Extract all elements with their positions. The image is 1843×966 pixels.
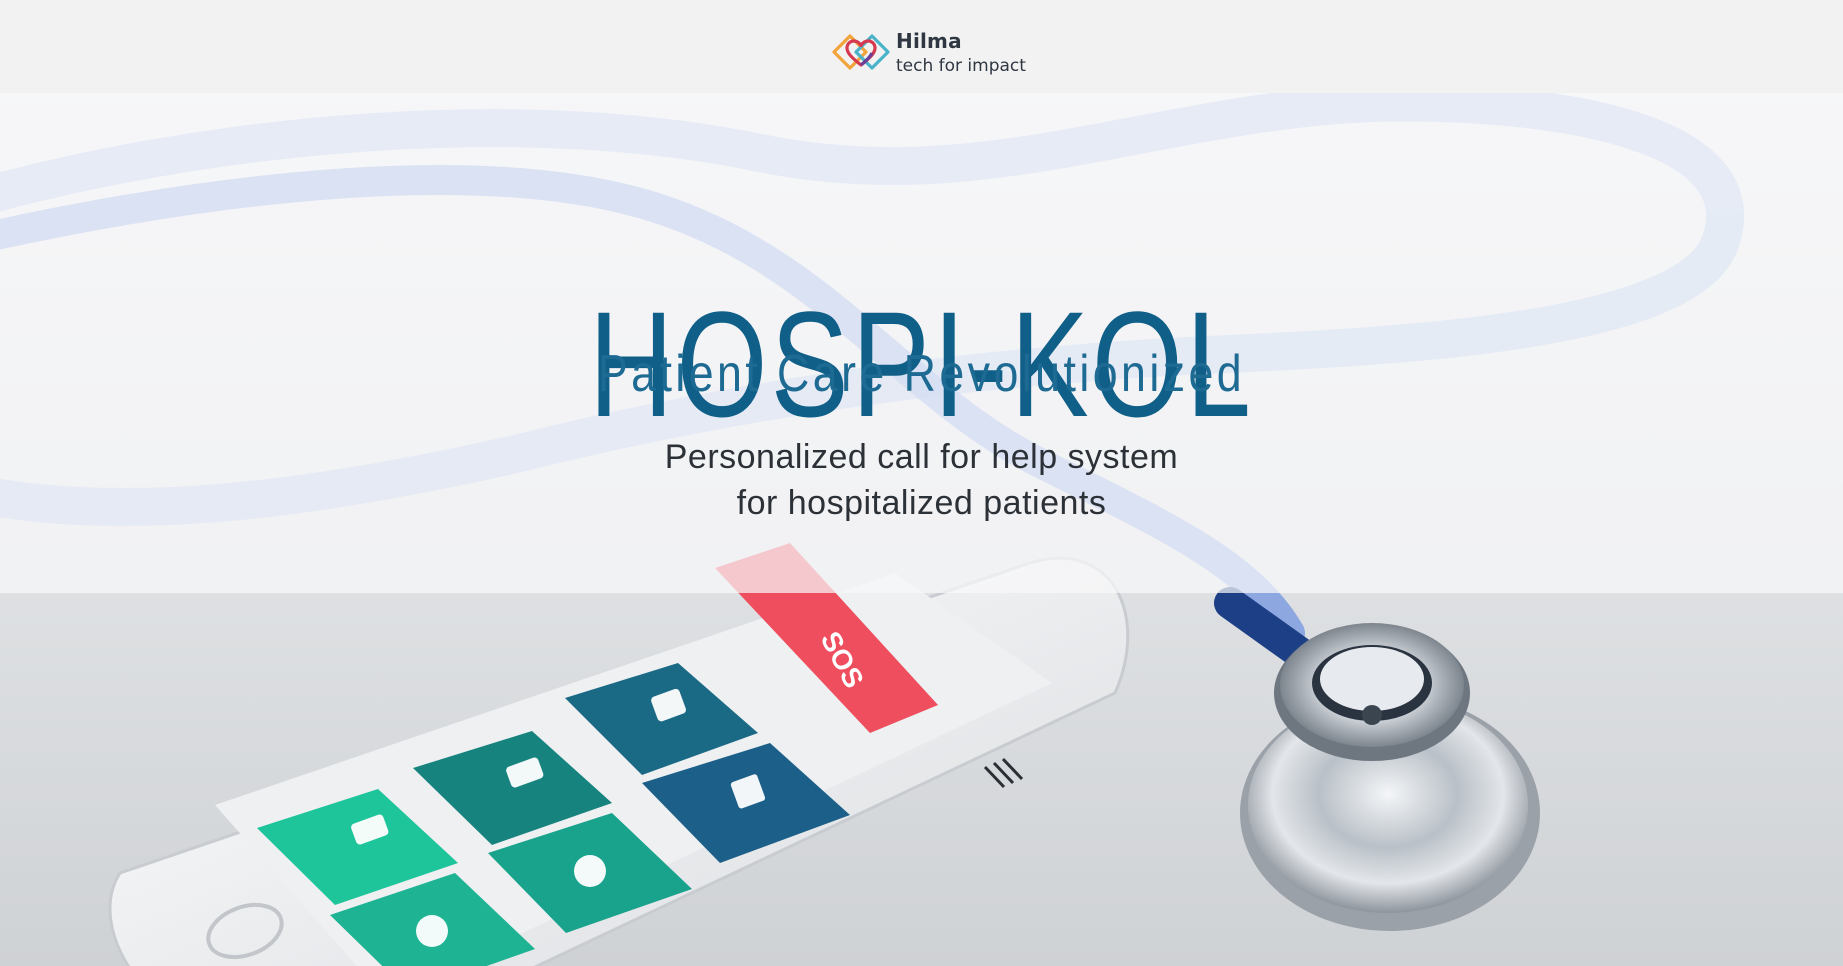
hero-subtitle: Patient Care Revolutionized xyxy=(597,345,1246,403)
top-header: Hilma tech for impact xyxy=(0,0,1843,93)
hero-description-line-2: for hospitalized patients xyxy=(736,484,1107,522)
landing-page: Hilma tech for impact SOS HOSPI-KOL Pati… xyxy=(0,0,1843,966)
heart-diamond-logo-icon xyxy=(832,34,890,70)
hero-description: Personalized call for help system for ho… xyxy=(0,434,1843,526)
brand-tagline: tech for impact xyxy=(896,56,1026,76)
brand-name: Hilma xyxy=(896,29,962,53)
brand-logo-link[interactable]: Hilma tech for impact xyxy=(830,27,1030,77)
hero-description-line-1: Personalized call for help system xyxy=(664,438,1179,476)
